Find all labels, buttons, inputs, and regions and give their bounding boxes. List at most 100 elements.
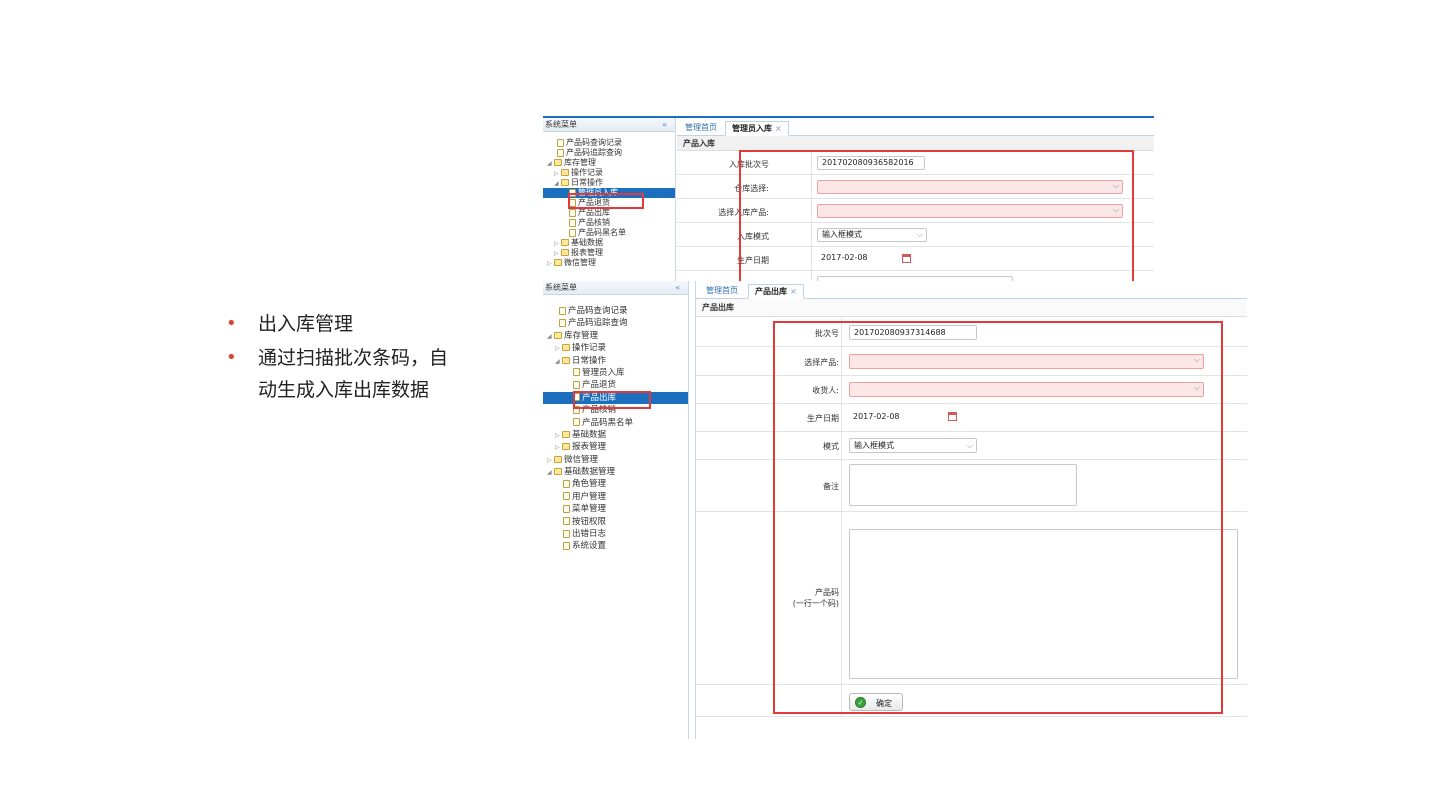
sidebar-item-label: 产品码查询记录 (566, 138, 622, 147)
collapse-icon[interactable]: « (662, 118, 667, 132)
sidebar-item[interactable]: 产品码查询记录 (543, 305, 688, 317)
sidebar-item[interactable]: ◢ 库存管理 (543, 330, 688, 342)
sidebar-item-label: 报表管理 (572, 442, 607, 453)
sidebar-item[interactable]: 管理员入库 (543, 188, 675, 198)
tab-product-outbound[interactable]: 产品出库 × (748, 284, 804, 299)
folder-icon (554, 159, 562, 166)
sidebar-item-label: 操作记录 (572, 343, 607, 354)
tab-admin-inbound[interactable]: 管理员入库 × (725, 121, 789, 136)
product-select[interactable]: ⌵ (849, 354, 1204, 369)
folder-icon (561, 239, 569, 246)
collapsed-arrow-icon[interactable]: ▷ (547, 455, 554, 467)
mode-select[interactable]: 输入框模式 ⌵ (817, 228, 927, 242)
sidebar-item-label: 产品出库 (578, 208, 610, 217)
tab-home[interactable]: 管理首页 (679, 121, 723, 136)
sidebar-item[interactable]: ▷ 基础数据 (543, 429, 688, 441)
sidebar-item[interactable]: 产品码追踪查询 (543, 148, 675, 158)
sidebar-item[interactable]: 菜单管理 (543, 503, 688, 515)
date-input[interactable]: 2017-02-08 (849, 410, 939, 425)
collapsed-arrow-icon[interactable]: ▷ (555, 442, 562, 454)
sidebar-item[interactable]: 产品码黑名单 (543, 417, 688, 429)
sidebar-item[interactable]: 产品码黑名单 (543, 228, 675, 238)
sidebar-item-label: 报表管理 (571, 248, 603, 257)
expanded-arrow-icon[interactable]: ◢ (547, 467, 554, 479)
warehouse-select[interactable]: ⌵ (817, 180, 1123, 194)
remark-textarea[interactable] (849, 464, 1077, 506)
remark-label: 备注 (823, 482, 839, 491)
sidebar-item-label: 产品出库 (582, 392, 617, 403)
folder-icon (554, 468, 562, 476)
sidebar-item[interactable]: 管理员入库 (543, 367, 688, 379)
folder-icon (562, 356, 570, 364)
sidebar-item[interactable]: 出错日志 (543, 528, 688, 540)
sidebar-item[interactable]: ▷ 微信管理 (543, 454, 688, 466)
sidebar-item[interactable]: 角色管理 (543, 478, 688, 490)
sidebar-item[interactable]: ▷ 基础数据 (543, 238, 675, 248)
batch-input[interactable]: 201702080936582016 (817, 156, 925, 170)
collapsed-arrow-icon[interactable]: ▷ (547, 259, 554, 269)
receiver-select[interactable]: ⌵ (849, 382, 1204, 397)
sidebar-item[interactable]: ◢ 基础数据管理 (543, 466, 688, 478)
expanded-arrow-icon[interactable]: ◢ (555, 356, 562, 368)
sidebar-item[interactable]: ▷ 报表管理 (543, 248, 675, 258)
close-icon[interactable]: × (775, 124, 782, 133)
sidebar-item[interactable]: ▷ 报表管理 (543, 441, 688, 453)
form-row-actions: ✓ 确定 (696, 685, 1247, 717)
sidebar-item[interactable]: ▷ 微信管理 (543, 258, 675, 268)
expanded-arrow-icon[interactable]: ◢ (547, 331, 554, 343)
collapse-icon[interactable]: « (675, 281, 680, 295)
form-row-batch: 入库批次号 201702080936582016 (677, 151, 1154, 175)
sidebar-item[interactable]: 产品退货 (543, 379, 688, 391)
sidebar-item[interactable]: ◢ 日常操作 (543, 178, 675, 188)
file-icon (569, 228, 576, 237)
product-label: 选择入库产品: (718, 208, 769, 217)
code-textarea[interactable] (849, 529, 1238, 679)
date-input[interactable]: 2017-02-08 (817, 252, 897, 266)
sidebar-item[interactable]: 按钮权限 (543, 516, 688, 528)
sidebar-tree: 产品码查询记录 产品码追踪查询 ◢ 库存管理 ▷ 操作记录 ◢ 日常操作 管理员入库 产品退货 产品… (543, 295, 688, 553)
file-icon (569, 188, 576, 197)
sidebar-item[interactable]: 产品核销 (543, 404, 688, 416)
file-icon (573, 380, 580, 389)
sidebar-item[interactable]: ◢ 库存管理 (543, 158, 675, 168)
sidebar-item[interactable]: ▷ 操作记录 (543, 168, 675, 178)
calendar-icon[interactable] (902, 254, 911, 263)
form-row-date: 生产日期 2017-02-08 (677, 247, 1154, 271)
product-label: 选择产品: (804, 358, 839, 367)
sidebar-item[interactable]: ◢ 日常操作 (543, 355, 688, 367)
calendar-icon[interactable] (948, 412, 957, 421)
sidebar-item[interactable]: 产品退货 (543, 198, 675, 208)
form-row-mode: 入库模式 输入框模式 ⌵ (677, 223, 1154, 247)
sidebar-header: 系统菜单 « (543, 118, 675, 132)
sidebar-item[interactable]: 产品核销 (543, 218, 675, 228)
code-label: 产品码 (一行一个码) (792, 588, 839, 608)
collapsed-arrow-icon[interactable]: ▷ (555, 430, 562, 442)
bullet-dot-icon: • (226, 347, 237, 368)
sidebar-item[interactable]: 用户管理 (543, 491, 688, 503)
sidebar-item-label: 基础数据 (571, 238, 603, 247)
mode-select[interactable]: 输入框模式 ⌵ (849, 438, 977, 453)
sidebar-item-label: 产品退货 (578, 198, 610, 207)
form-row-date: 生产日期 2017-02-08 (696, 404, 1247, 432)
sidebar-item-label: 基础数据 (572, 429, 607, 440)
close-icon[interactable]: × (790, 287, 797, 296)
sidebar-item[interactable]: 产品码查询记录 (543, 138, 675, 148)
sidebar-item[interactable]: ▷ 操作记录 (543, 342, 688, 354)
sidebar-item[interactable]: 产品出库 (543, 391, 688, 405)
batch-input[interactable]: 201702080937314688 (849, 325, 977, 340)
product-select[interactable]: ⌵ (817, 204, 1123, 218)
sidebar-item-label: 产品码追踪查询 (568, 318, 628, 329)
form-row-code: 产品码 (一行一个码) (696, 512, 1247, 685)
chevron-down-icon: ⌵ (916, 230, 923, 239)
panel-title: 产品入库 (677, 136, 1154, 151)
sidebar-tree: 产品码查询记录 产品码追踪查询 ◢ 库存管理 ▷ 操作记录 ◢ 日常操作 管理员入库 产品退货 产品… (543, 132, 675, 268)
sidebar-item[interactable]: 产品出库 (543, 208, 675, 218)
tab-home[interactable]: 管理首页 (700, 284, 744, 299)
file-icon (569, 218, 576, 227)
confirm-button[interactable]: ✓ 确定 (849, 693, 903, 711)
sidebar-item-label: 操作记录 (571, 168, 603, 177)
sidebar-item-label: 产品码黑名单 (578, 228, 626, 237)
sidebar-item[interactable]: 产品码追踪查询 (543, 317, 688, 329)
sidebar-item[interactable]: 系统设置 (543, 540, 688, 552)
collapsed-arrow-icon[interactable]: ▷ (555, 343, 562, 355)
